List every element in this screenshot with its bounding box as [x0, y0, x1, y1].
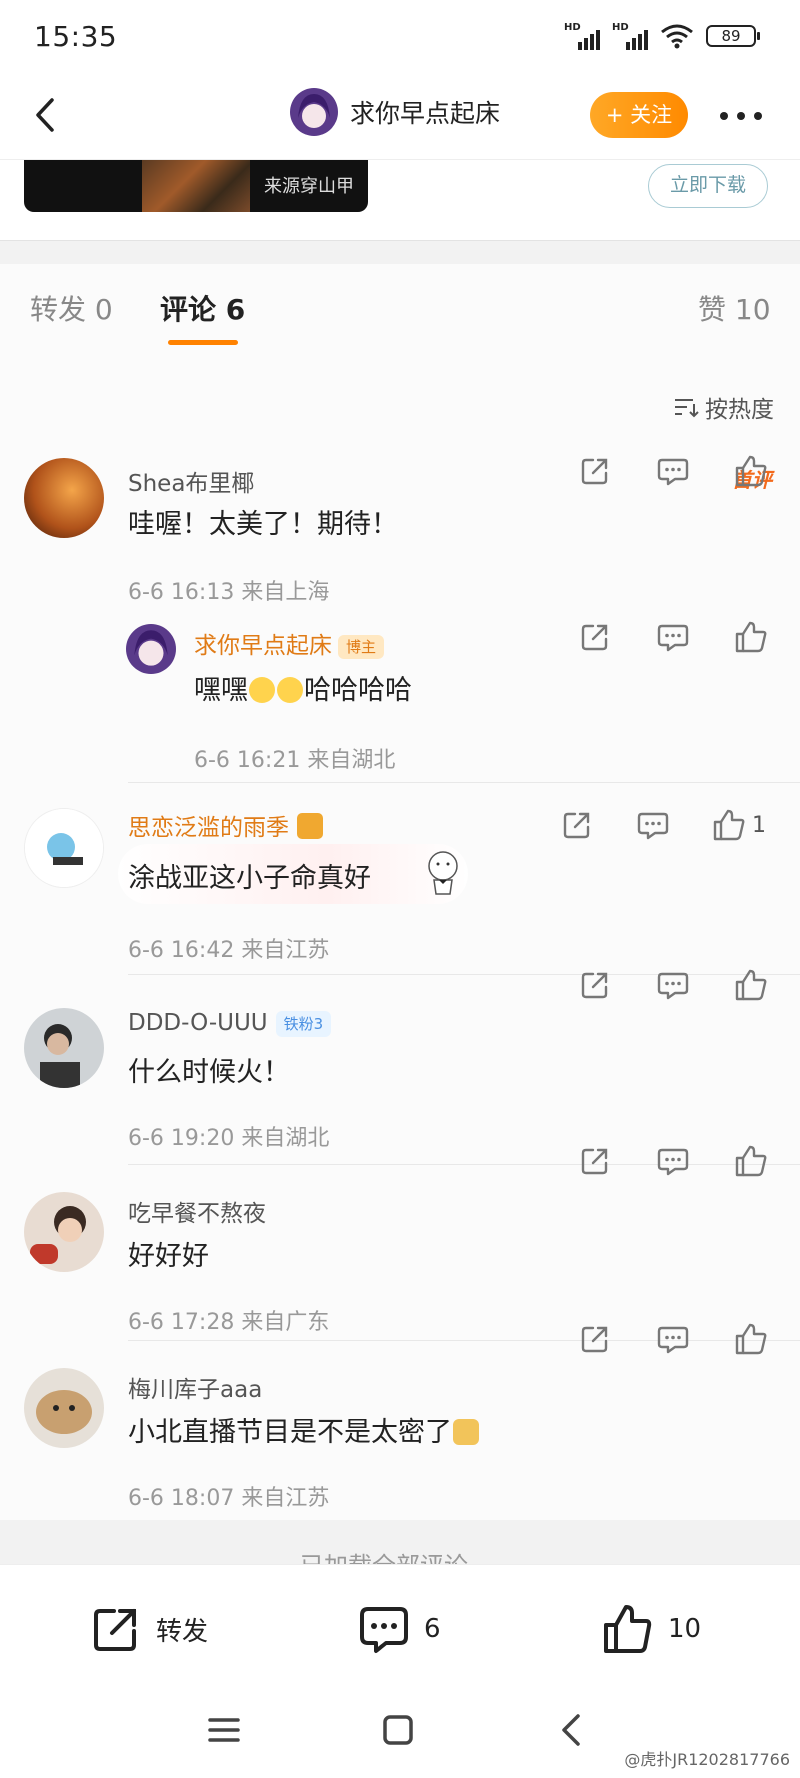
sort-icon — [675, 399, 699, 418]
divider — [128, 782, 800, 783]
comment-author[interactable]: 梅川库子aaa — [128, 1370, 262, 1404]
sort-label: 按热度 — [705, 397, 774, 423]
thumbs-up-icon[interactable] — [734, 1322, 768, 1356]
watermark: @虎扑JR1202817766 — [624, 1750, 790, 1769]
comment-text: 哇喔！太美了！期待！ — [128, 509, 398, 540]
reply-icon[interactable] — [656, 454, 690, 488]
sort-toggle[interactable]: 按热度 — [673, 390, 774, 424]
reply-icon[interactable] — [656, 620, 690, 654]
comment-button[interactable]: 6 — [358, 1603, 441, 1655]
cellular-signal-icon-2: HD — [612, 22, 648, 50]
reply-icon[interactable] — [656, 968, 690, 1002]
avatar[interactable] — [24, 1368, 104, 1448]
divider — [0, 240, 800, 264]
system-nav-bar: @虎扑JR1202817766 — [0, 1688, 800, 1778]
top-nav: 求你早点起床 + 关注 — [0, 72, 800, 160]
reply-text: 嘿嘿 哈哈哈哈 — [194, 675, 412, 706]
food-image — [142, 160, 250, 212]
comment-meta: 6-6 19:20 来自湖北 — [128, 1126, 330, 1151]
chevron-left-icon[interactable] — [22, 90, 72, 140]
share-icon — [94, 1609, 136, 1651]
crying-emoji-icon — [249, 677, 275, 703]
comment-meta: 6-6 16:13 来自上海 — [128, 580, 330, 605]
home-icon[interactable] — [378, 1710, 418, 1750]
reply-icon[interactable] — [656, 1144, 690, 1178]
comment-meta: 6-6 17:28 来自广东 — [128, 1310, 330, 1335]
crown-badge-icon — [297, 813, 324, 839]
reply-author[interactable]: 求你早点起床 博主 — [194, 626, 385, 660]
share-icon[interactable] — [578, 1144, 612, 1178]
avatar[interactable] — [24, 458, 104, 538]
status-bar: 15:35 HD HD 89 — [0, 0, 800, 72]
comment-actions — [578, 968, 768, 1002]
thumbs-up-icon[interactable] — [734, 1144, 768, 1178]
thumbs-up-icon[interactable] — [734, 454, 768, 488]
media-thumbnail[interactable]: 来源穿山甲 — [24, 160, 368, 212]
avatar[interactable] — [24, 1008, 104, 1088]
comment-actions — [578, 620, 768, 654]
avatar[interactable] — [290, 88, 338, 136]
ad-card: 来源穿山甲 立即下载 — [0, 160, 800, 240]
like-button[interactable]: 10 — [602, 1603, 701, 1655]
bottom-action-bar: 转发 6 10 — [0, 1564, 800, 1688]
comment-text: 涂战亚这小子命真好 — [128, 863, 371, 894]
status-time: 15:35 — [34, 20, 118, 53]
comment-author[interactable]: 吃早餐不熬夜 — [128, 1194, 266, 1228]
comment-meta: 6-6 16:42 来自江苏 — [128, 938, 330, 963]
cellular-signal-icon: HD — [564, 22, 600, 50]
comment-author[interactable]: Shea布里椰 — [128, 464, 254, 498]
comment-actions: 1 — [560, 808, 766, 842]
follow-button[interactable]: + 关注 — [590, 92, 688, 138]
battery-icon: 89 — [706, 25, 760, 47]
comment-author[interactable]: DDD-O-UUU 铁粉3 — [128, 1010, 332, 1037]
crying-emoji-icon — [277, 677, 303, 703]
share-icon[interactable] — [578, 968, 612, 1002]
menu-icon[interactable] — [204, 1710, 244, 1750]
comment-icon — [360, 1607, 408, 1653]
load-all-notice: 已加载全部评论 — [0, 1520, 800, 1564]
comment-text: 小北直播节目是不是太密了 — [128, 1410, 480, 1449]
media-source: 来源穿山甲 — [264, 176, 354, 197]
tab-comments[interactable]: 评论 6 — [160, 288, 245, 328]
blogger-tag: 博主 — [338, 634, 385, 659]
cat-sticker-icon — [428, 851, 458, 895]
more-horizontal-icon[interactable] — [720, 112, 762, 120]
thumbs-up-icon[interactable] — [734, 968, 768, 1002]
share-icon[interactable] — [578, 620, 612, 654]
comment-meta: 6-6 18:07 来自江苏 — [128, 1486, 330, 1511]
nav-user-name[interactable]: 求你早点起床 — [350, 94, 500, 130]
tab-indicator — [168, 340, 238, 345]
tab-repost[interactable]: 转发 0 — [30, 288, 113, 328]
comment-actions — [578, 454, 768, 488]
fan-level-tag: 铁粉3 — [275, 1010, 332, 1037]
avatar[interactable] — [126, 624, 176, 674]
comment-actions — [578, 1322, 768, 1356]
avatar[interactable] — [24, 808, 104, 888]
comment-author[interactable]: 思恋泛滥的雨季 — [128, 808, 324, 842]
like-count: 1 — [752, 812, 766, 838]
status-icons: HD HD 89 — [564, 22, 760, 50]
tabs-bar: 转发 0 评论 6 赞 10 — [0, 264, 800, 354]
thumbs-up-icon[interactable] — [734, 620, 768, 654]
tab-likes[interactable]: 赞 10 — [698, 288, 771, 328]
thumbs-up-icon — [604, 1605, 652, 1653]
share-icon[interactable] — [578, 1322, 612, 1356]
back-icon[interactable] — [552, 1710, 592, 1750]
wifi-icon — [661, 24, 693, 49]
avatar[interactable] — [24, 1192, 104, 1272]
reply-icon[interactable] — [636, 808, 670, 842]
reply-meta: 6-6 16:21 来自湖北 — [194, 748, 396, 773]
reply-icon[interactable] — [656, 1322, 690, 1356]
thumbs-up-icon[interactable]: 1 — [712, 808, 766, 842]
repost-button[interactable]: 转发 — [90, 1603, 208, 1655]
share-icon[interactable] — [578, 454, 612, 488]
comment-text: 什么时候火！ — [128, 1057, 290, 1088]
download-button[interactable]: 立即下载 — [648, 164, 768, 208]
doge-emoji-icon — [453, 1419, 479, 1445]
comment-actions — [578, 1144, 768, 1178]
share-icon[interactable] — [560, 808, 594, 842]
comment-text: 好好好 — [128, 1241, 209, 1272]
nav-user[interactable]: 求你早点起床 — [290, 88, 500, 136]
